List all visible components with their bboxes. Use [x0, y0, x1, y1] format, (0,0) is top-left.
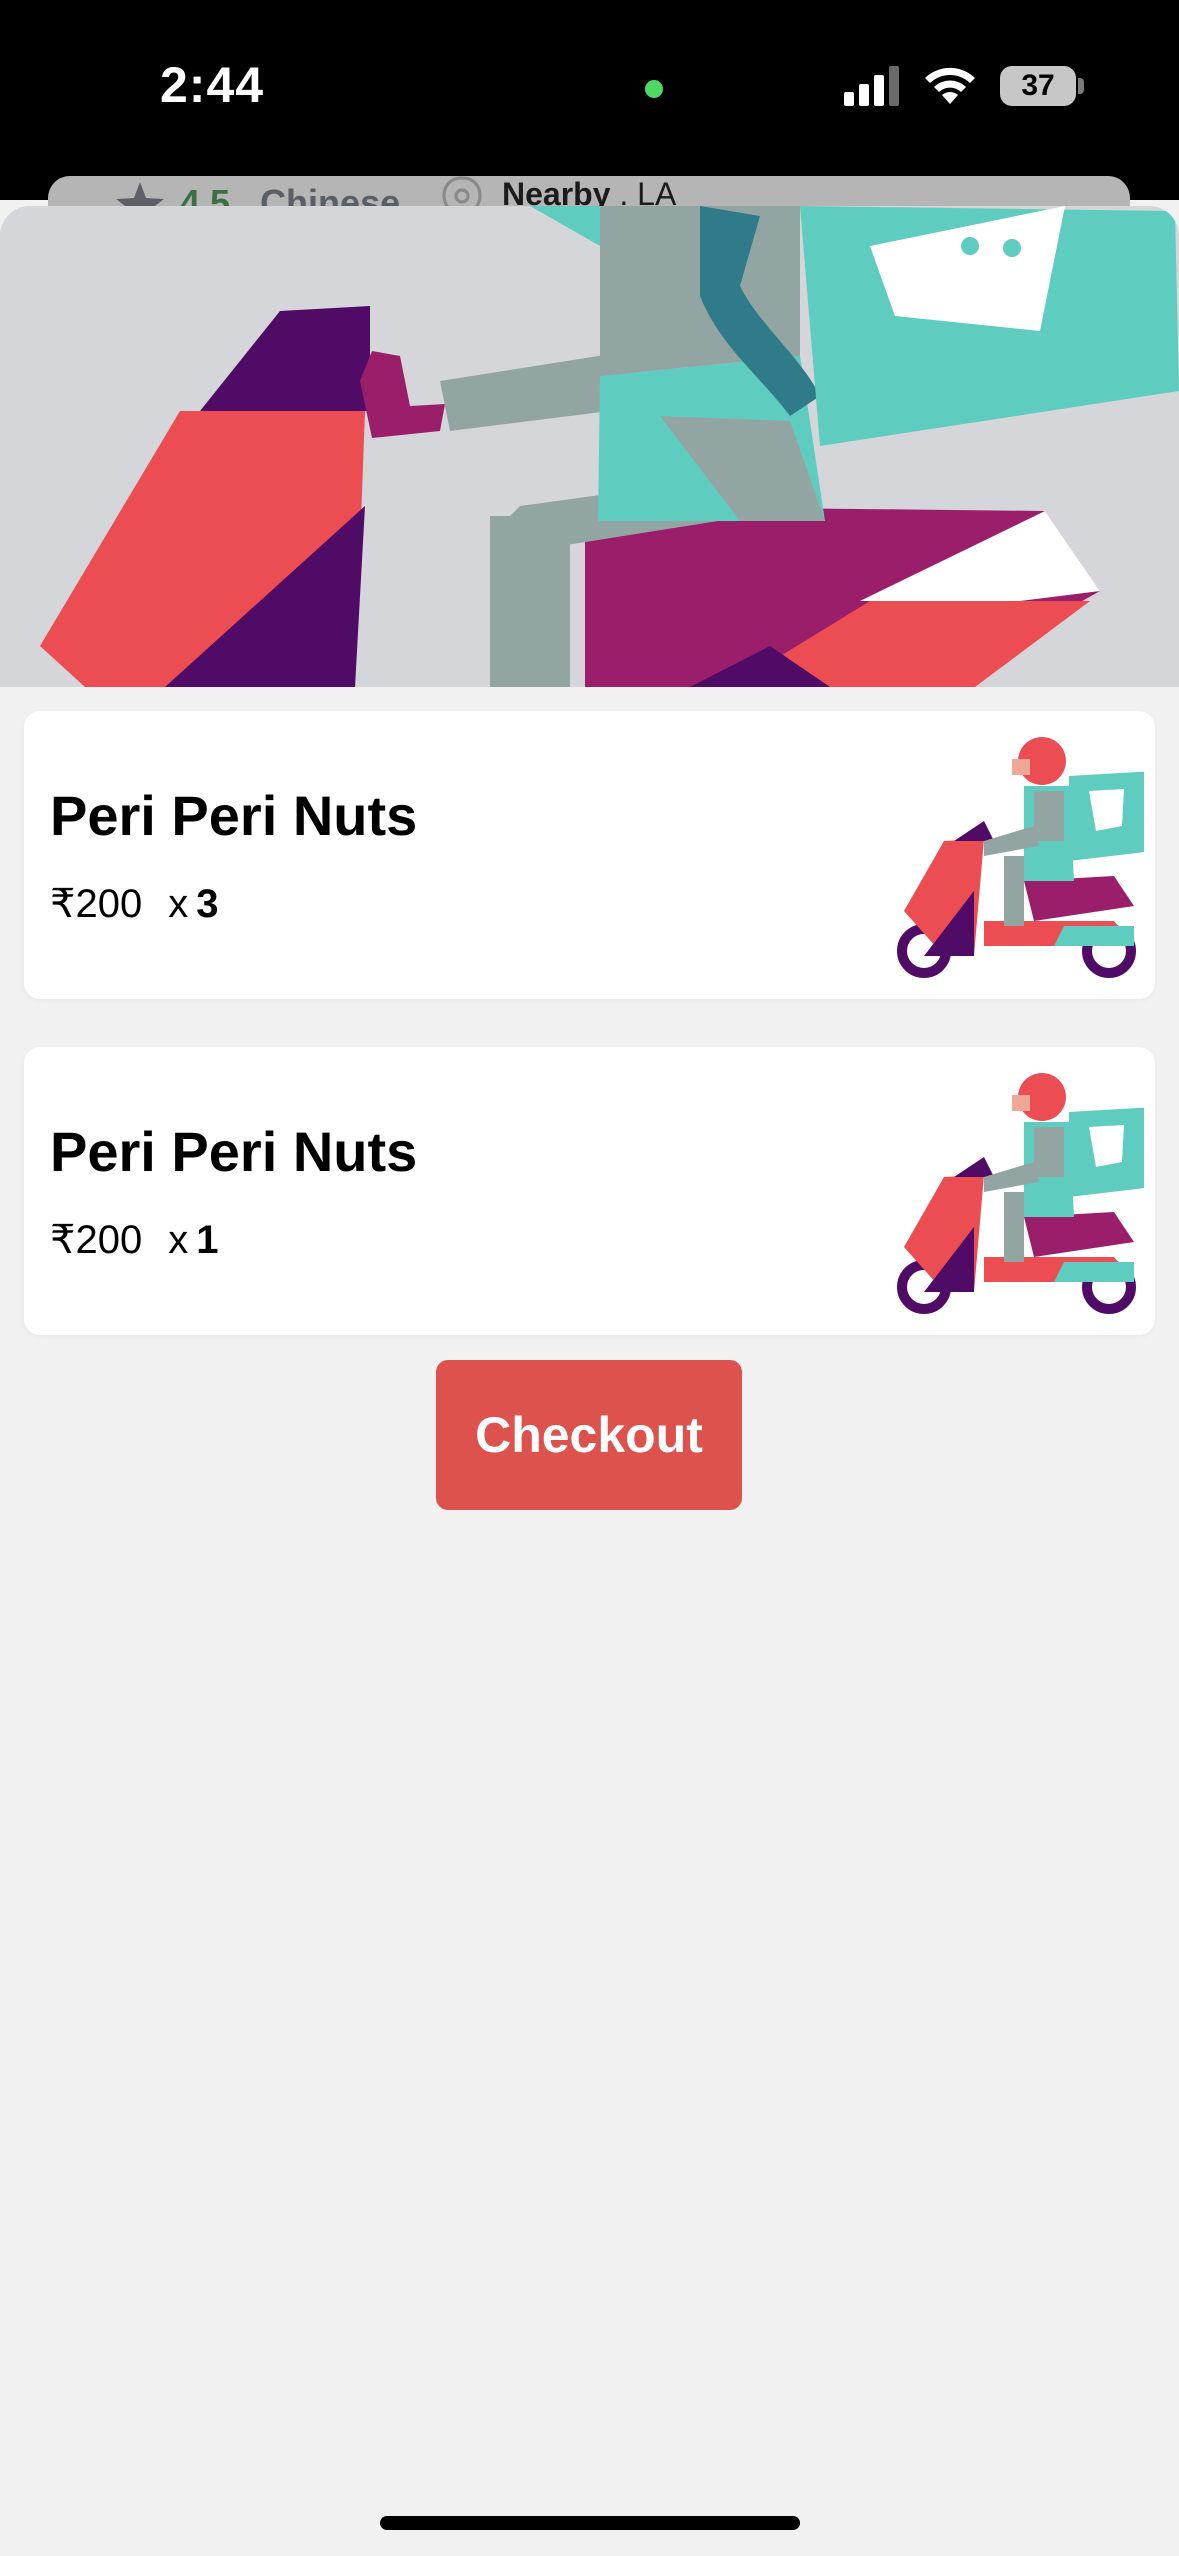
quantity-prefix: x — [168, 882, 189, 926]
wifi-icon — [925, 67, 975, 104]
item-price-row: ₹200 x 3 — [50, 881, 218, 927]
item-price: ₹200 — [50, 1218, 143, 1262]
privacy-indicator-dot — [645, 80, 663, 98]
checkout-button[interactable]: Checkout — [436, 1360, 742, 1510]
cart-item-card[interactable]: Peri Peri Nuts ₹200 x 1 — [24, 1047, 1155, 1335]
item-quantity: 1 — [196, 1218, 219, 1262]
item-name: Peri Peri Nuts — [50, 784, 418, 847]
cart-item-card[interactable]: Peri Peri Nuts ₹200 x 3 — [24, 711, 1155, 999]
battery-nub — [1078, 78, 1084, 94]
item-quantity: 3 — [196, 882, 219, 926]
status-time: 2:44 — [160, 57, 265, 113]
delivery-rider-illustration — [0, 206, 1179, 687]
item-thumbnail-image — [897, 737, 1144, 978]
item-name: Peri Peri Nuts — [50, 1120, 418, 1183]
status-bar: 2:44 37 — [0, 0, 1179, 200]
item-price: ₹200 — [50, 882, 143, 926]
battery-icon: 37 — [1000, 66, 1076, 106]
item-price-row: ₹200 x 1 — [50, 1217, 218, 1263]
quantity-prefix: x — [168, 1218, 189, 1262]
home-indicator[interactable] — [380, 2516, 800, 2530]
signal-icon — [844, 66, 899, 106]
item-thumbnail-image — [897, 1073, 1144, 1314]
